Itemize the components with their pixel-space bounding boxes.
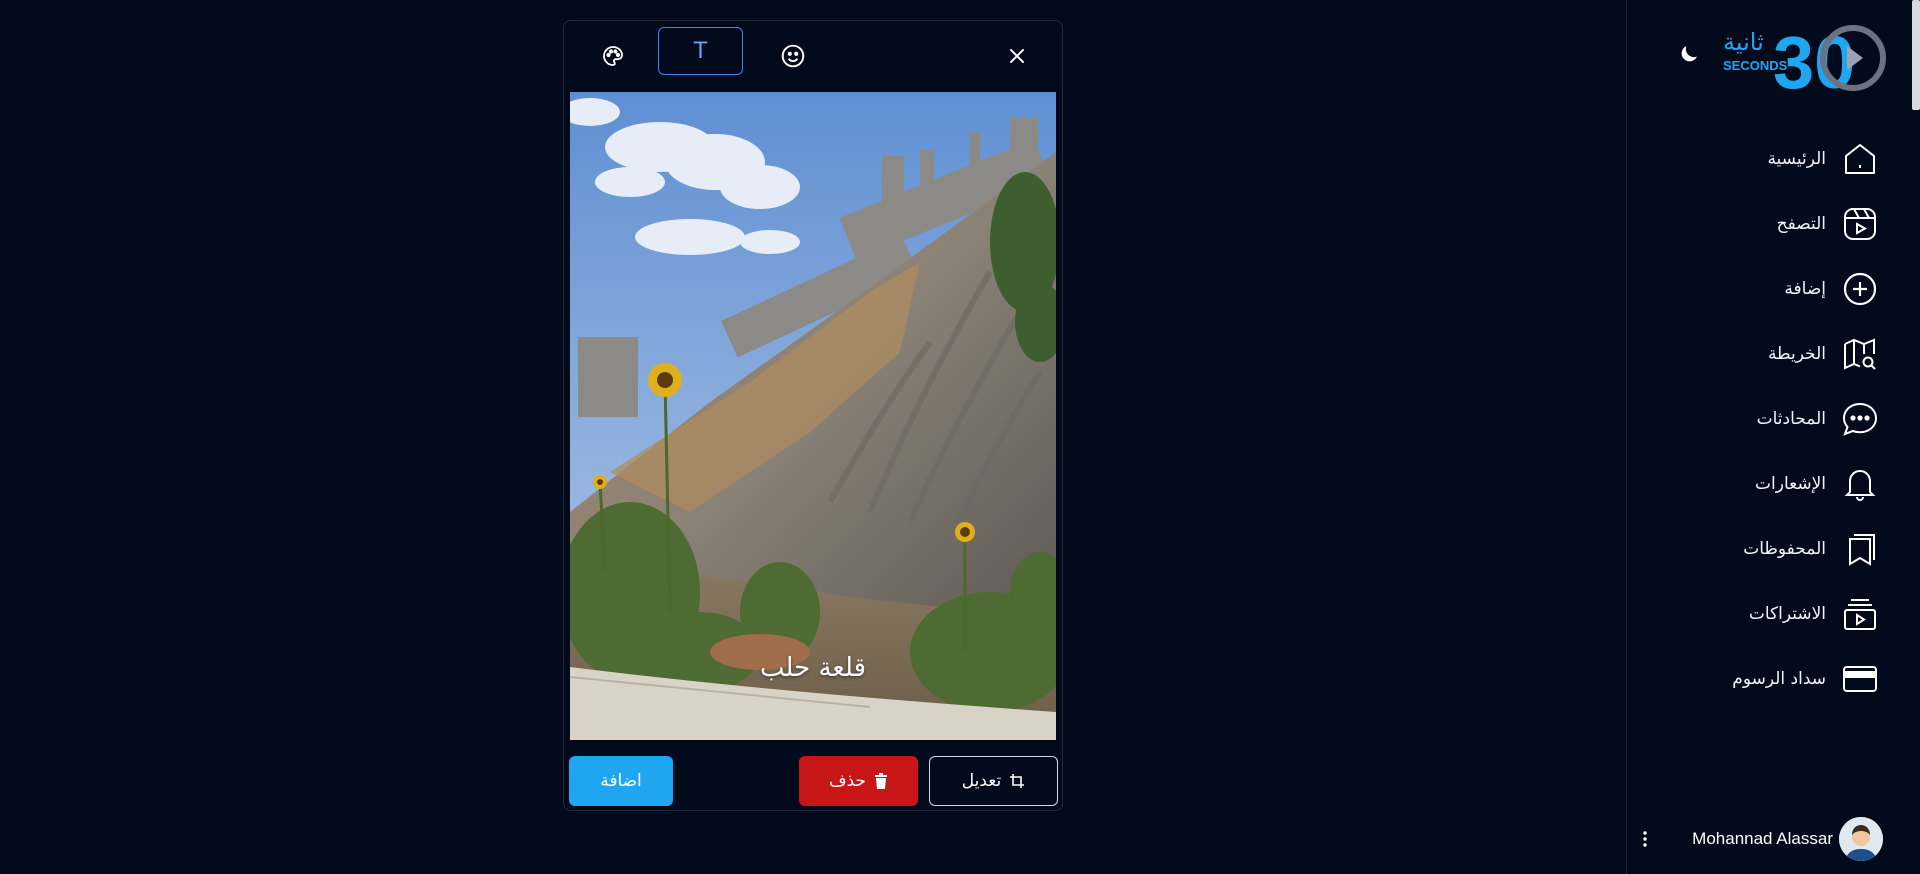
bell-icon xyxy=(1840,464,1880,504)
sidebar-item-label: الاشتراكات xyxy=(1748,603,1826,624)
sidebar-nav: الرئيسية التصفح إضافة الخريطة المحادثات xyxy=(1640,126,1880,711)
subscriptions-icon xyxy=(1840,594,1880,634)
bookmark-icon xyxy=(1840,529,1880,569)
user-name: Mohannad Alassar xyxy=(1692,829,1833,848)
brand-logo: ثانية SECONDS 30 xyxy=(1723,21,1886,104)
moon-icon xyxy=(1681,46,1697,62)
palette-button[interactable] xyxy=(594,37,632,75)
sidebar-item-label: الإشعارات xyxy=(1755,473,1826,494)
sidebar-item-saved[interactable]: المحفوظات xyxy=(1640,516,1880,581)
close-icon xyxy=(1010,49,1024,63)
sidebar-item-add[interactable]: إضافة xyxy=(1640,256,1880,321)
sidebar-item-label: إضافة xyxy=(1784,278,1826,299)
text-tool-button[interactable]: T xyxy=(658,27,743,75)
theme-toggle[interactable] xyxy=(1677,42,1701,66)
crop-icon xyxy=(1010,774,1025,788)
reels-icon xyxy=(1840,204,1880,244)
editor-toolbar: T xyxy=(564,21,1062,91)
sidebar-item-chats[interactable]: المحادثات xyxy=(1640,386,1880,451)
logo-arabic-word: ثانية xyxy=(1723,28,1764,56)
sidebar-item-map[interactable]: الخريطة xyxy=(1640,321,1880,386)
close-button[interactable] xyxy=(998,37,1036,75)
story-editor: T قلعة حلب اضافة حذف تعديل xyxy=(563,20,1063,811)
photo-canvas[interactable]: قلعة حلب xyxy=(570,92,1056,740)
user-menu-button[interactable] xyxy=(1637,828,1653,850)
sidebar-item-label: التصفح xyxy=(1776,213,1826,234)
sidebar-scrollbar[interactable] xyxy=(1912,0,1920,110)
credit-card-icon xyxy=(1840,659,1880,699)
smiley-icon xyxy=(781,44,805,68)
logo[interactable]: ثانية SECONDS 30 xyxy=(1723,20,1889,104)
sidebar-item-payments[interactable]: سداد الرسوم xyxy=(1640,646,1880,711)
sidebar-item-home[interactable]: الرئيسية xyxy=(1640,126,1880,191)
sidebar-item-browse[interactable]: التصفح xyxy=(1640,191,1880,256)
citadel-photo xyxy=(570,92,1056,740)
add-button[interactable]: اضافة xyxy=(569,756,673,806)
sidebar-item-label: سداد الرسوم xyxy=(1732,668,1826,689)
home-icon xyxy=(1840,139,1880,179)
text-tool-label: T xyxy=(693,38,708,64)
sidebar-item-notifications[interactable]: الإشعارات xyxy=(1640,451,1880,516)
chat-icon xyxy=(1840,399,1880,439)
delete-button[interactable]: حذف xyxy=(799,756,918,806)
emoji-button[interactable] xyxy=(774,37,812,75)
sidebar: ثانية SECONDS 30 الرئيسية التصفح إضافة ا… xyxy=(1626,0,1920,874)
more-vertical-icon xyxy=(1643,831,1647,847)
edit-button[interactable]: تعديل xyxy=(929,756,1058,806)
sidebar-item-label: الرئيسية xyxy=(1767,148,1826,169)
sidebar-item-label: المحادثات xyxy=(1756,408,1826,429)
avatar-image xyxy=(1839,817,1883,861)
user-profile[interactable]: Mohannad Alassar xyxy=(1627,815,1920,863)
map-search-icon xyxy=(1840,334,1880,374)
sidebar-item-label: الخريطة xyxy=(1767,343,1826,364)
add-button-label: اضافة xyxy=(600,771,642,791)
palette-icon xyxy=(603,46,623,66)
overlay-text[interactable]: قلعة حلب xyxy=(570,653,1056,683)
avatar[interactable] xyxy=(1839,817,1883,861)
add-circle-icon xyxy=(1840,269,1880,309)
trash-icon xyxy=(875,773,888,789)
delete-button-label: حذف xyxy=(828,771,867,791)
edit-button-label: تعديل xyxy=(961,771,1002,791)
sidebar-item-subscriptions[interactable]: الاشتراكات xyxy=(1640,581,1880,646)
sidebar-item-label: المحفوظات xyxy=(1743,538,1826,559)
